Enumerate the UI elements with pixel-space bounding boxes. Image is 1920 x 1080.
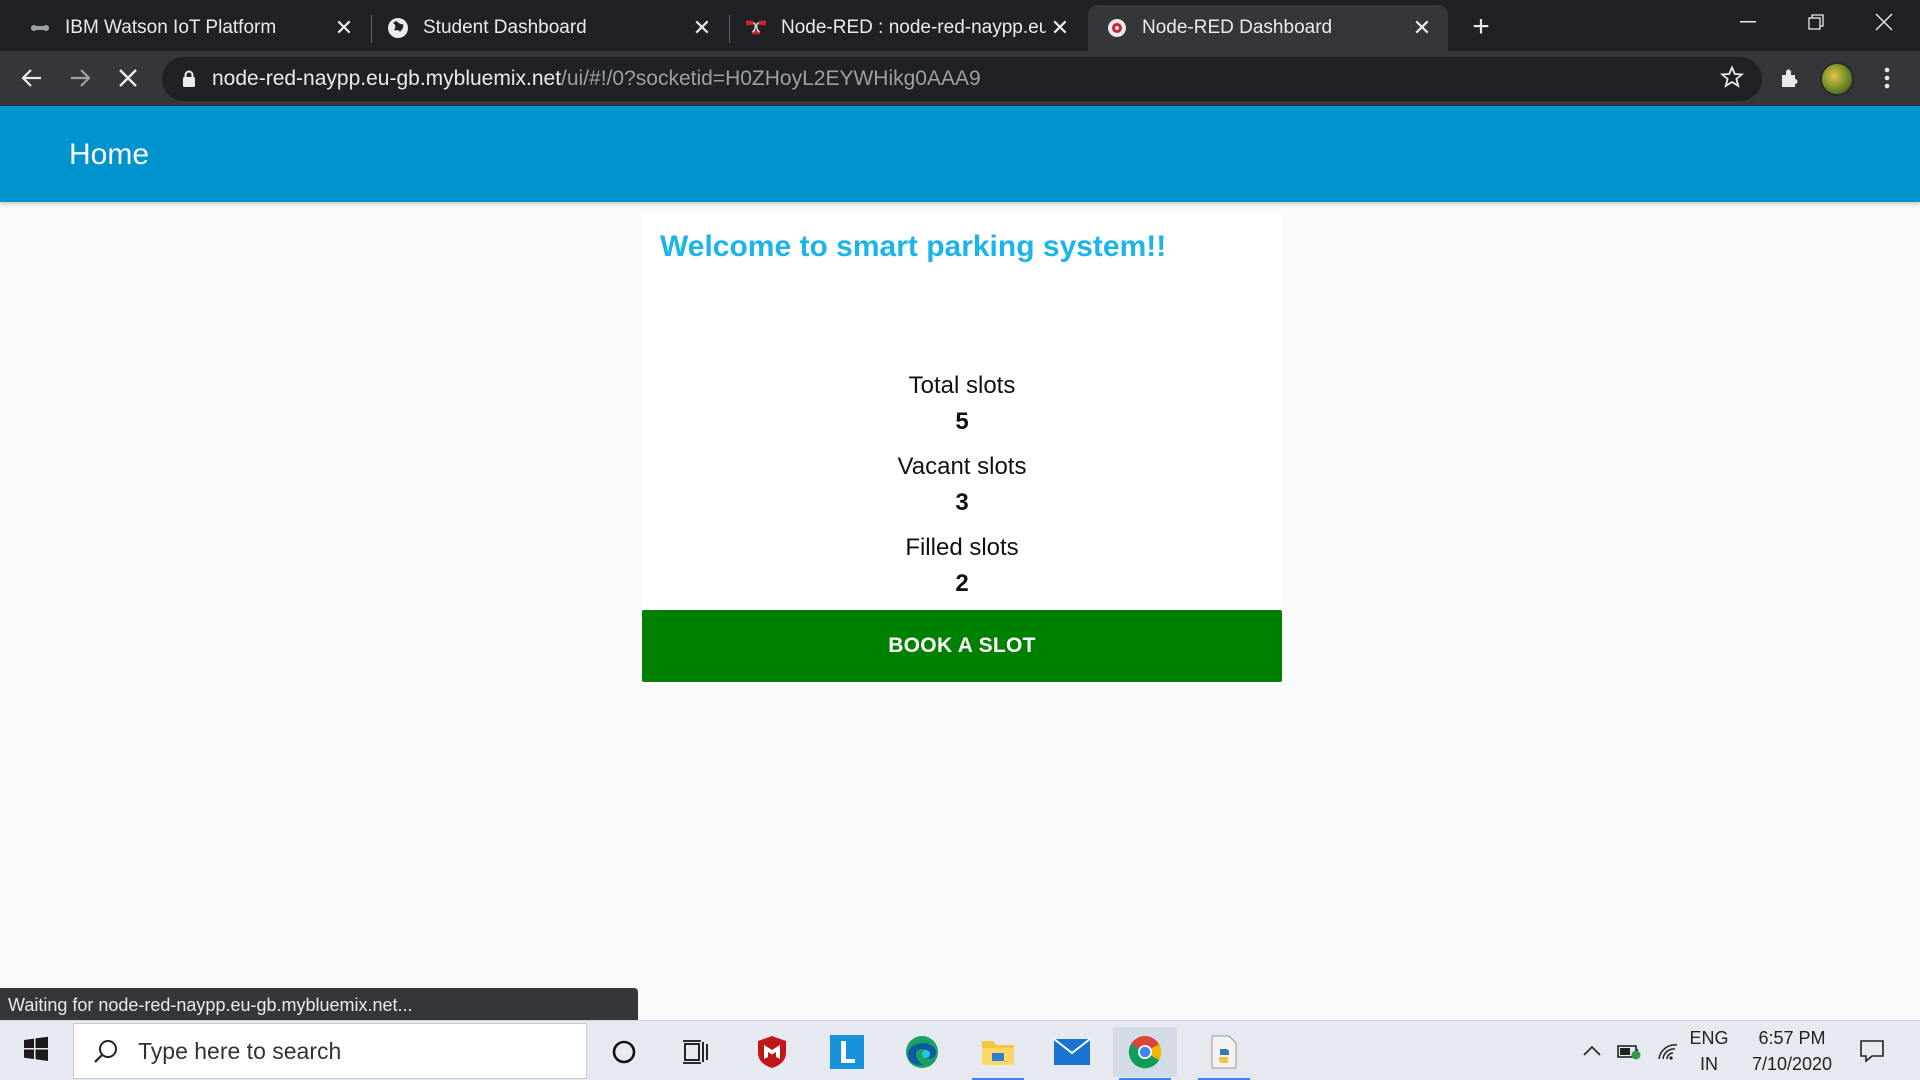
- ibm-watson-icon: [29, 17, 51, 39]
- clock[interactable]: 6:57 PM 7/10/2020: [1740, 1021, 1844, 1080]
- welcome-heading: Welcome to smart parking system!!: [660, 230, 1167, 263]
- tab-title: Student Dashboard: [423, 17, 587, 38]
- vacant-slots-value: 3: [955, 489, 969, 516]
- bookmark-star-icon[interactable]: [1719, 65, 1745, 94]
- filled-slots-value: 2: [955, 570, 969, 597]
- browser-tab-strip: IBM Watson IoT Platform ✕ Student Dashbo…: [0, 0, 1920, 51]
- stop-loading-button[interactable]: [109, 59, 147, 97]
- tab-ibm-watson[interactable]: IBM Watson IoT Platform ✕: [0, 5, 370, 51]
- dashboard-app-bar: Home: [0, 106, 1920, 202]
- close-icon[interactable]: ✕: [330, 14, 358, 42]
- url-path: /ui/#!/0?socketid=H0ZHoyL2EYWHikg0AAA9: [561, 67, 981, 90]
- new-tab-button[interactable]: +: [1464, 10, 1498, 44]
- start-button[interactable]: [0, 1021, 72, 1080]
- book-slot-button[interactable]: BOOK A SLOT: [642, 610, 1282, 682]
- search-placeholder: Type here to search: [138, 1037, 342, 1064]
- tab-node-red-editor[interactable]: Node-RED : node-red-naypp.eu- ✕: [716, 5, 1086, 51]
- battery-icon[interactable]: [1612, 1021, 1648, 1080]
- lang-line1: ENG: [1689, 1028, 1729, 1048]
- forward-button[interactable]: [61, 59, 99, 97]
- windows-logo-icon: [23, 1036, 49, 1067]
- lock-icon[interactable]: [182, 69, 200, 89]
- lang-line2: IN: [1699, 1054, 1718, 1074]
- tab-student-dashboard[interactable]: Student Dashboard ✕: [358, 5, 728, 51]
- total-slots-value: 5: [955, 408, 969, 435]
- task-view-icon[interactable]: [664, 1027, 728, 1077]
- back-button[interactable]: [13, 59, 51, 97]
- status-bubble: Waiting for node-red-naypp.eu-gb.mybluem…: [0, 988, 638, 1022]
- vacant-slots-label: Vacant slots: [897, 453, 1027, 480]
- close-icon[interactable]: ✕: [1046, 14, 1074, 42]
- edge-icon[interactable]: [890, 1027, 954, 1077]
- mail-icon[interactable]: [1040, 1027, 1104, 1077]
- url-text: node-red-naypp.eu-gb.mybluemix.net/ui/#!…: [212, 67, 981, 91]
- restore-button[interactable]: [1782, 0, 1850, 44]
- tab-title: IBM Watson IoT Platform: [65, 17, 277, 38]
- clock-time: 6:57 PM: [1758, 1028, 1826, 1048]
- search-icon: [92, 1037, 120, 1065]
- url-host: node-red-naypp.eu-gb.mybluemix.net: [212, 67, 562, 90]
- clock-date: 7/10/2020: [1751, 1054, 1833, 1074]
- input-language-indicator[interactable]: ENG IN: [1686, 1021, 1732, 1080]
- mcafee-icon[interactable]: [740, 1027, 804, 1077]
- window-close-button[interactable]: [1850, 0, 1918, 44]
- chrome-icon[interactable]: [1113, 1027, 1177, 1080]
- close-icon[interactable]: ✕: [688, 14, 716, 42]
- tab-node-red-dashboard[interactable]: Node-RED Dashboard ✕: [1088, 5, 1448, 51]
- parking-card: Welcome to smart parking system!! Total …: [642, 212, 1282, 682]
- browser-toolbar: node-red-naypp.eu-gb.mybluemix.net/ui/#!…: [0, 51, 1920, 106]
- file-explorer-icon[interactable]: [966, 1027, 1030, 1080]
- python-file-icon[interactable]: [1192, 1027, 1256, 1080]
- close-icon[interactable]: ✕: [1408, 14, 1436, 42]
- address-bar[interactable]: node-red-naypp.eu-gb.mybluemix.net/ui/#!…: [162, 57, 1762, 101]
- wifi-icon[interactable]: [1650, 1021, 1686, 1080]
- profile-avatar[interactable]: [1820, 62, 1854, 96]
- cortana-icon[interactable]: [592, 1027, 656, 1077]
- tab-title: Node-RED : node-red-naypp.eu-: [781, 17, 1046, 38]
- total-slots-label: Total slots: [908, 372, 1016, 399]
- node-red-dashboard-icon: [1106, 17, 1128, 39]
- globe-icon: [387, 17, 409, 39]
- taskbar-search-box[interactable]: Type here to search: [73, 1023, 587, 1079]
- node-red-icon: [745, 17, 767, 39]
- windows-taskbar: Type here to search ENG IN 6:57 PM 7/10/20…: [0, 1020, 1920, 1080]
- tab-title: Node-RED Dashboard: [1142, 17, 1333, 38]
- menu-kebab-icon[interactable]: [1868, 59, 1906, 97]
- extensions-icon[interactable]: [1771, 59, 1809, 97]
- show-hidden-icons-chevron-icon[interactable]: [1574, 1021, 1610, 1080]
- minimize-button[interactable]: [1714, 0, 1782, 44]
- notifications-icon[interactable]: [1852, 1021, 1892, 1080]
- page-title: Home: [69, 138, 150, 171]
- filled-slots-label: Filled slots: [905, 534, 1019, 561]
- l-app-icon[interactable]: [815, 1027, 879, 1077]
